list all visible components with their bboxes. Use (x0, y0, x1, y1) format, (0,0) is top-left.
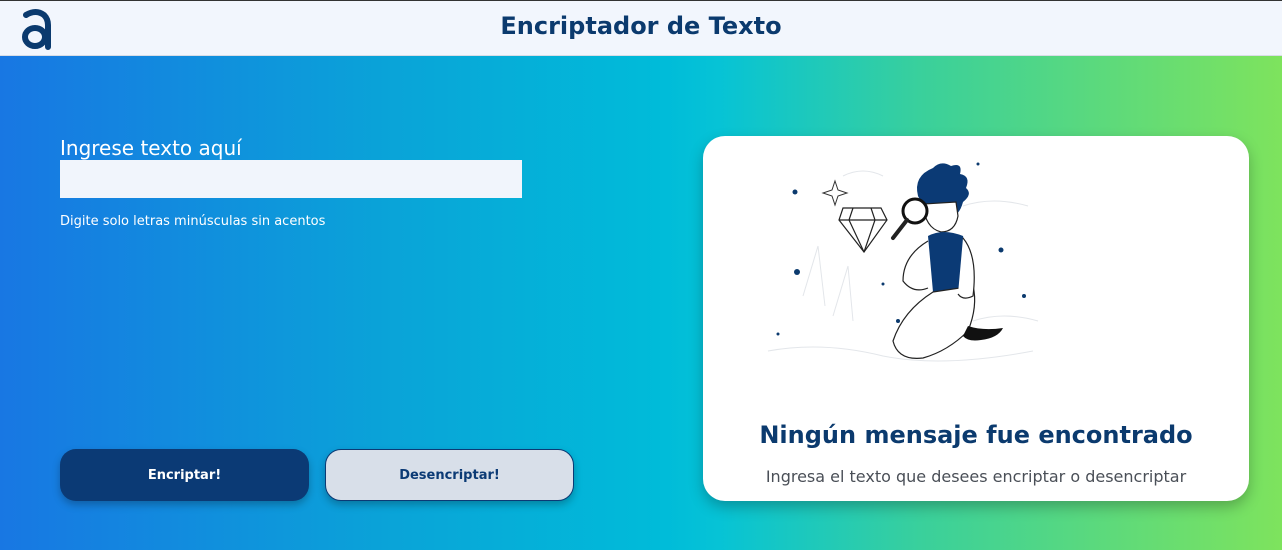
encrypt-button[interactable]: Encriptar! (60, 449, 309, 501)
text-input[interactable] (60, 160, 522, 198)
decrypt-button[interactable]: Desencriptar! (325, 449, 574, 501)
page-title: Encriptador de Texto (500, 12, 782, 40)
person-with-magnifying-glass-illustration (767, 162, 1039, 362)
input-label: Ingrese texto aquí (60, 136, 242, 160)
result-title: Ningún mensaje fue encontrado (759, 421, 1193, 449)
result-subtitle: Ingresa el texto que desees encriptar o … (765, 467, 1187, 486)
app-header: Encriptador de Texto (0, 0, 1282, 56)
main-area: Ingrese texto aquí Digite solo letras mi… (0, 56, 1282, 550)
result-card: Ningún mensaje fue encontrado Ingresa el… (703, 136, 1249, 501)
input-hint: Digite solo letras minúsculas sin acento… (60, 214, 326, 229)
